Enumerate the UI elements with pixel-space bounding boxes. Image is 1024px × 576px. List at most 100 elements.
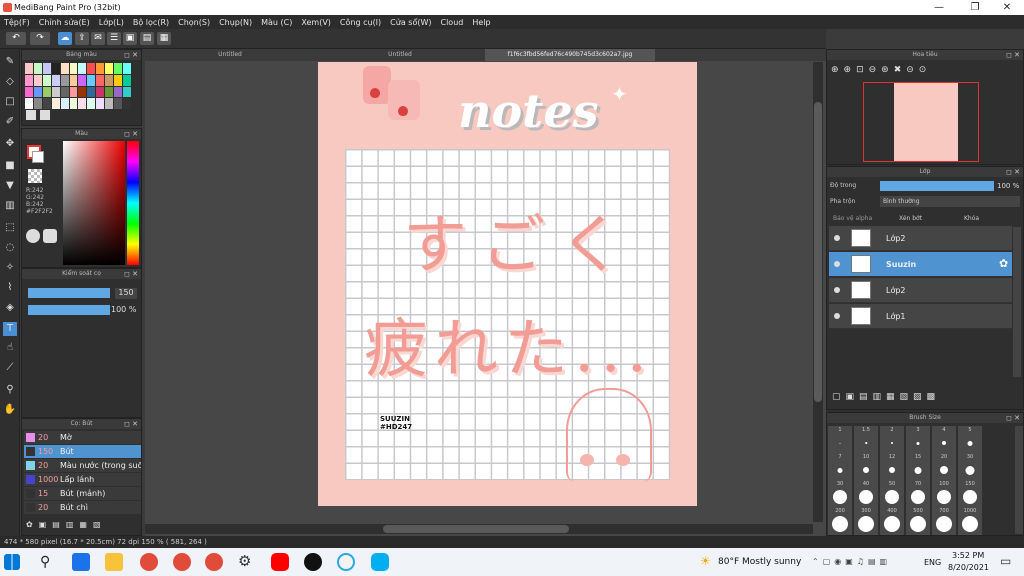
bucket-tool-icon[interactable]: ▼ [3,179,17,193]
color-swatch[interactable] [42,63,51,74]
color-swatch[interactable] [96,86,105,98]
panel-close-icon[interactable]: ◻ ✕ [124,50,138,60]
color-swatch[interactable] [78,86,87,98]
color-swatch[interactable] [114,74,123,86]
brush-size-option[interactable]: 700 [932,507,956,535]
brush-size-option[interactable]: 1.5 [854,426,878,454]
brush-size-option[interactable]: 7 [828,453,852,481]
brush-size-option[interactable]: 1 [828,426,852,454]
menu-layer[interactable]: Lớp(L) [99,18,124,27]
brush-size-option[interactable]: 150 [958,480,982,508]
menu-edit[interactable]: Chỉnh sửa(E) [39,18,90,27]
comment-icon[interactable]: ✉ [91,32,105,45]
color-swatch[interactable] [25,86,33,98]
cloud-icon[interactable]: ☁ [58,32,72,45]
hand-tool-icon[interactable]: ✋ [3,403,17,417]
medibang-icon[interactable] [337,553,355,571]
canvas-area[interactable]: Untitled Untitled f1f6c3fbd56fed76c490b7… [145,49,826,536]
layer-settings-icon[interactable]: ✿ [999,257,1008,270]
tab-image-file[interactable]: f1f6c3fbd56fed76c490b745d3c602a7.jpg [485,49,655,61]
lock-checkbox[interactable]: Khóa [964,215,979,222]
color-swatch[interactable] [114,98,123,109]
color-swatch[interactable] [78,98,87,109]
brush-size-option[interactable]: 5 [958,426,982,454]
navigator-controls[interactable]: ⊕⊕⊡⊖⊛✖⊝⊙ [831,65,981,77]
divide-tool-icon[interactable]: ⟋ [3,361,17,375]
eraser-tool-icon[interactable]: ◇ [3,75,17,89]
pen-tool-icon[interactable]: ✐ [3,115,17,129]
color-swatch[interactable] [51,63,60,74]
brush-size-option[interactable]: 3 [906,426,930,454]
color-swatch[interactable] [105,74,114,86]
horizontal-scrollbar[interactable] [145,524,813,534]
weather-text[interactable]: 80°F Mostly sunny [718,557,801,567]
brush-list-actions[interactable]: ✿▣▤▥▦▧ [26,520,140,532]
language-indicator[interactable]: ENG [924,558,941,567]
youtube-icon[interactable] [271,553,289,571]
color-swatch[interactable] [78,63,87,74]
fill-rect-tool-icon[interactable]: ■ [3,159,17,173]
transparent-color[interactable] [28,169,42,183]
color-swatch[interactable] [96,98,105,109]
layer-actions[interactable]: ▢▣▤▥▦▧▨▩ [832,392,982,404]
image-icon[interactable]: ▣ [123,32,137,45]
delete-palette-icon[interactable] [40,110,50,120]
brush-size-option[interactable]: 50 [880,480,904,508]
menu-window[interactable]: Cửa sổ(W) [390,18,431,27]
brush-size-option[interactable]: 100 [932,480,956,508]
color-swatch[interactable] [69,63,78,74]
layer-row[interactable]: Lớp2 [829,226,1012,251]
brush-size-option[interactable]: 12 [880,453,904,481]
brush-size-option[interactable]: 70 [906,480,930,508]
color-swatch[interactable] [60,86,69,98]
gradient-tool-icon[interactable]: ▥ [3,199,17,213]
layer-visibility-icon[interactable] [834,287,840,293]
drawing-canvas[interactable]: notes ✦ すごく 疲れた... SUUZIN #HD247 [318,62,697,506]
color-swatch[interactable] [78,74,87,86]
color-swatch[interactable] [51,86,60,98]
dot-tool-icon[interactable]: □ [3,95,17,109]
color-swatch[interactable] [96,63,105,74]
color-picker-icon[interactable] [43,229,57,243]
color-swatch[interactable] [25,63,33,74]
color-swatch[interactable] [114,86,123,98]
brush-size-option[interactable]: 200 [828,507,852,535]
brush-tool-icon[interactable]: ✎ [3,55,17,69]
maximize-button[interactable]: ❐ [958,0,992,15]
saturation-box[interactable] [63,141,125,265]
layer-scrollbar[interactable] [1013,227,1021,377]
brush-size-slider[interactable] [28,288,110,298]
panel-close-icon[interactable]: ◻ ✕ [124,129,138,139]
minimize-button[interactable]: — [922,0,956,15]
color-wheel-icon[interactable] [26,229,40,243]
search-icon[interactable]: ⚲ [40,554,50,570]
brush-list-item[interactable]: 20 Bút chì [24,501,141,514]
brush-size-option[interactable]: 30 [828,480,852,508]
horizontal-scroll-thumb[interactable] [383,525,569,533]
clock-date[interactable]: 8/20/2021 [948,563,989,572]
color-swatch[interactable] [25,98,33,109]
share-icon[interactable]: ⇪ [75,32,89,45]
tab-untitled-1[interactable]: Untitled [145,49,315,61]
settings-icon[interactable]: ⚙ [238,552,251,570]
eyedropper-icon[interactable]: ⚲ [3,383,17,397]
navigator-viewport[interactable] [863,82,979,162]
notification-icon[interactable]: ▭ [1000,554,1011,568]
layer-opacity-slider[interactable] [880,181,994,191]
menu-snap[interactable]: Chụp(N) [219,18,252,27]
operation-tool-icon[interactable]: ☝ [3,341,17,355]
protect-alpha-checkbox[interactable]: Bảo vệ alpha [833,215,872,222]
color-swatch[interactable] [123,86,131,98]
color-swatch[interactable] [33,98,42,109]
select-tool-icon[interactable]: ⬚ [3,221,17,235]
hue-slider[interactable] [127,141,139,265]
color-swatch[interactable] [33,86,42,98]
color-swatch[interactable] [60,98,69,109]
system-tray-icons[interactable]: ⌃▢◉▣♫▤▥ [812,557,891,566]
brush-list-item[interactable]: 20 Mờ [24,431,141,444]
magic-wand-icon[interactable]: ✧ [3,261,17,275]
color-swatch[interactable] [87,98,96,109]
layout-icon[interactable]: ▦ [157,32,171,45]
color-swatch[interactable] [87,63,96,74]
menu-filter[interactable]: Bộ lọc(R) [133,18,169,27]
